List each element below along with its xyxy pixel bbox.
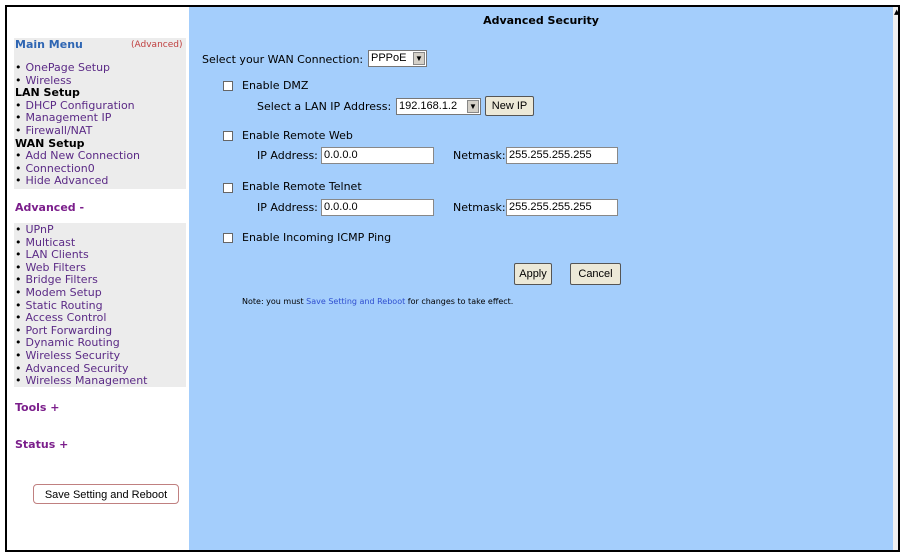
page-frame: Main Menu (Advanced) OnePage SetupWirele…: [0, 0, 906, 556]
window-border: [5, 5, 900, 552]
